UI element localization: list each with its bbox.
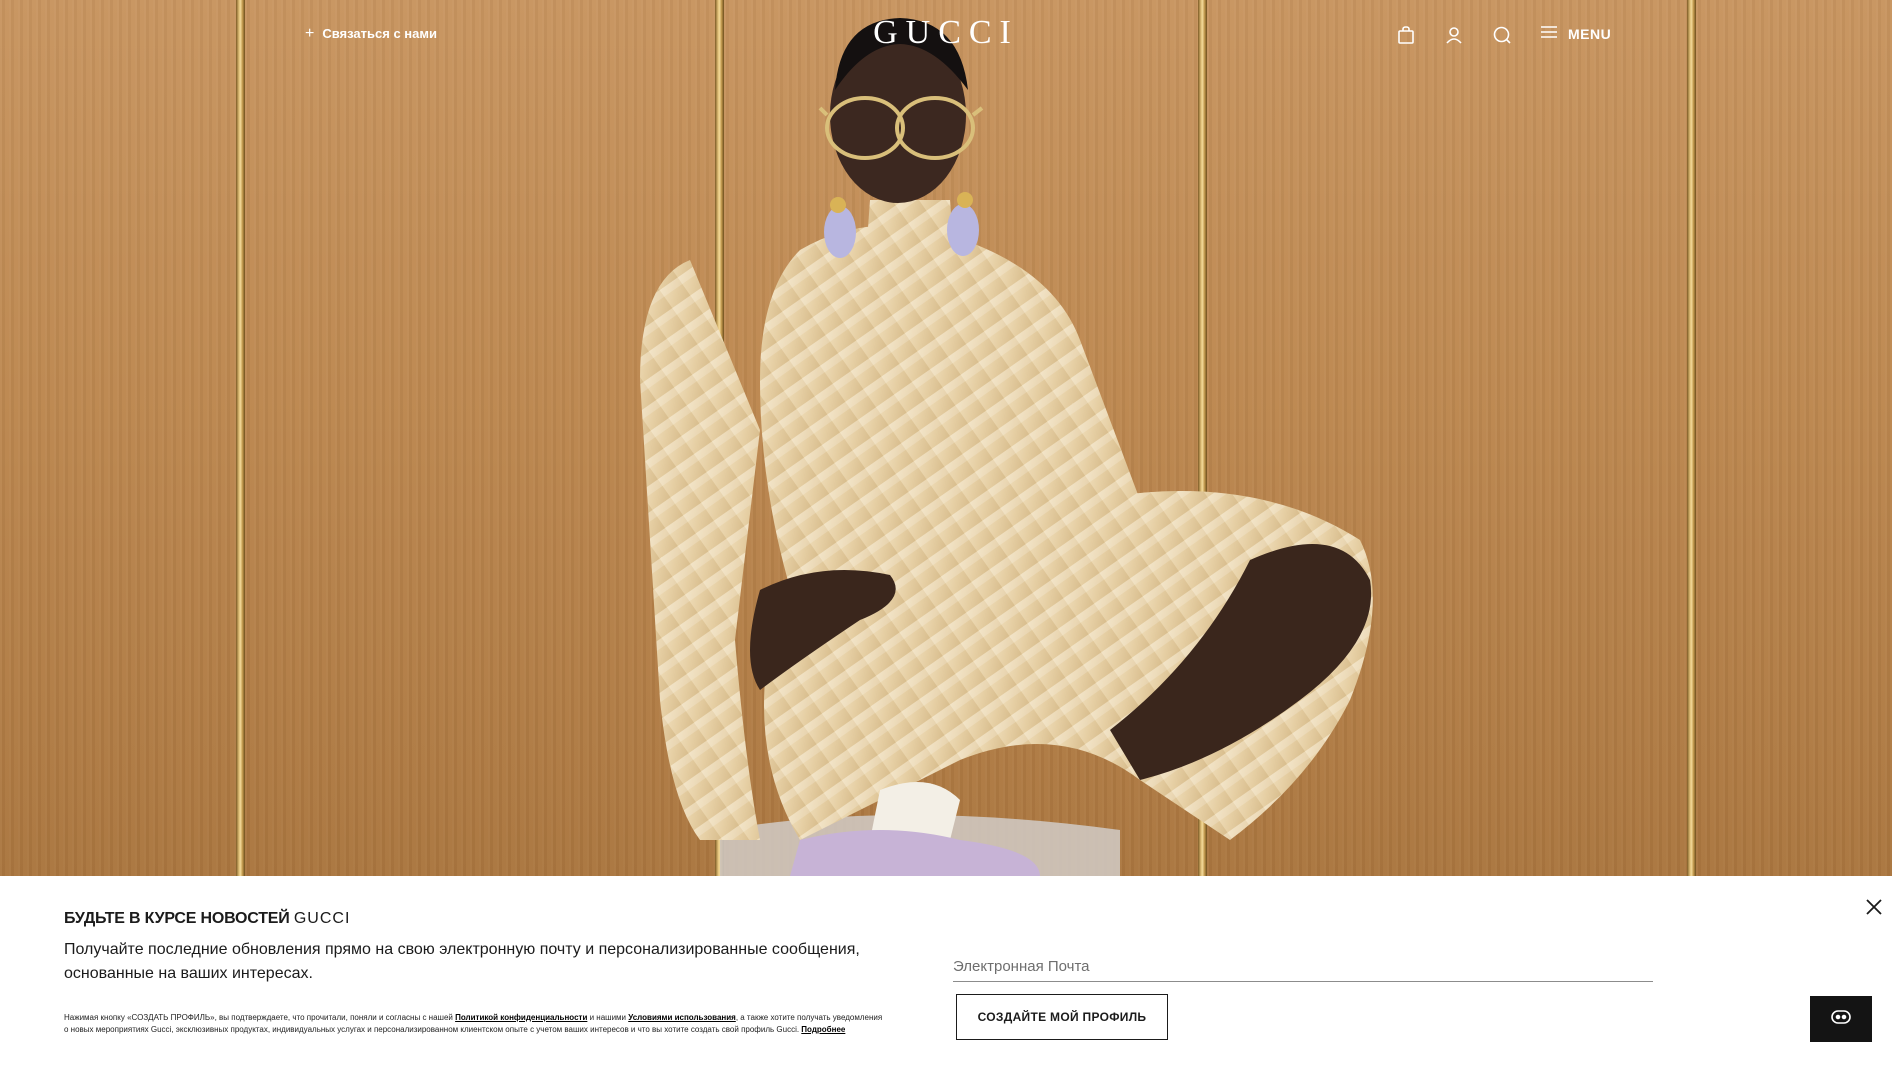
search-icon[interactable] xyxy=(1492,25,1512,45)
learn-more-link[interactable]: Подробнее xyxy=(801,1025,845,1034)
shopping-bag-icon[interactable] xyxy=(1396,25,1416,45)
plus-icon: + xyxy=(305,24,315,42)
newsletter-title: БУДЬТЕ В КУРСЕ НОВОСТЕЙ GUCCI xyxy=(64,910,350,928)
email-field[interactable] xyxy=(953,952,1653,982)
hamburger-icon xyxy=(1540,24,1558,43)
contact-us-link[interactable]: + Связаться с нами xyxy=(305,24,437,42)
privacy-policy-link[interactable]: Политикой конфиденциальности xyxy=(455,1013,587,1022)
hero-banner[interactable] xyxy=(0,0,1892,876)
newsletter-title-brand: GUCCI xyxy=(293,910,351,927)
legal-text-1: Нажимая кнопку «СОЗДАТЬ ПРОФИЛЬ», вы под… xyxy=(64,1013,456,1022)
newsletter-legal-text: Нажимая кнопку «СОЗДАТЬ ПРОФИЛЬ», вы под… xyxy=(64,1012,884,1036)
site-header: + Связаться с нами GUCCI MENU xyxy=(0,0,1892,72)
newsletter-title-text: БУДЬТЕ В КУРСЕ НОВОСТЕЙ xyxy=(64,910,290,927)
terms-of-use-link[interactable]: Условиями использования xyxy=(628,1013,736,1022)
create-profile-button[interactable]: СОЗДАЙТЕ МОЙ ПРОФИЛЬ xyxy=(956,994,1168,1040)
newsletter-signup-bar: БУДЬТЕ В КУРСЕ НОВОСТЕЙ GUCCI Получайте … xyxy=(0,876,1892,1080)
menu-label: MENU xyxy=(1568,25,1612,42)
user-icon[interactable] xyxy=(1444,25,1464,45)
gucci-logo[interactable]: GUCCI xyxy=(860,14,1032,52)
menu-button[interactable]: MENU xyxy=(1540,24,1611,43)
legal-text-2: и нашими xyxy=(587,1013,629,1022)
chat-button[interactable] xyxy=(1810,996,1872,1042)
close-icon[interactable] xyxy=(1864,897,1884,917)
newsletter-description: Получайте последние обновления прямо на … xyxy=(64,941,860,982)
model-photo xyxy=(640,18,1373,876)
contact-us-label: Связаться с нами xyxy=(322,26,437,41)
chat-icon xyxy=(1830,1008,1852,1031)
